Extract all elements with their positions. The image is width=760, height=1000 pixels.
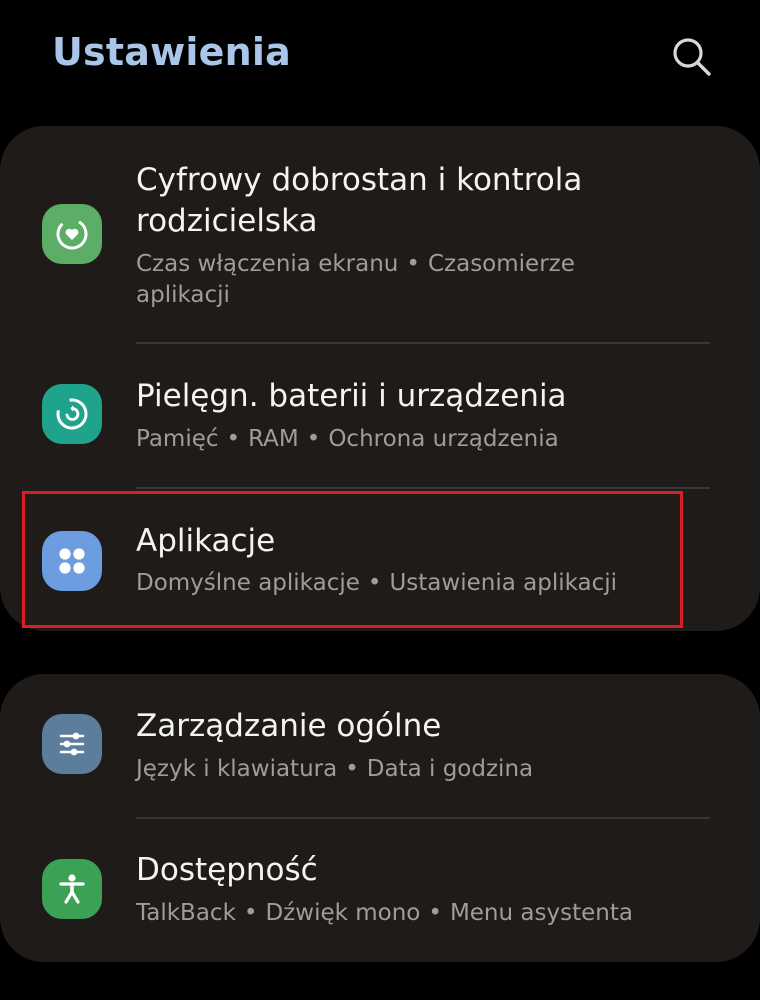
item-subtitle: Pamięć • RAM • Ochrona urządzenia <box>136 426 559 452</box>
digital-wellbeing-icon <box>42 204 102 264</box>
search-button[interactable] <box>668 33 716 81</box>
item-title: Zarządzanie ogólne <box>136 708 442 744</box>
settings-item-accessibility[interactable]: Dostępność TalkBack • Dźwięk mono • Menu asy… <box>0 819 760 962</box>
item-subtitle: Czas włączenia ekranu • Czasomierze aplika… <box>136 251 575 308</box>
settings-item-device-care[interactable]: Pielęgn. baterii i urządzenia Pamięć • RAM… <box>0 344 760 487</box>
item-subtitle: TalkBack • Dźwięk mono • Menu asystenta <box>136 900 633 926</box>
settings-item-general-management[interactable]: Zarządzanie ogólne Język i klawiatura • Da… <box>0 674 760 817</box>
item-title: Cyfrowy dobrostan i kontrola rodzicielsk… <box>136 162 583 239</box>
page-title: Ustawienia <box>52 30 291 74</box>
settings-item-digital-wellbeing[interactable]: Cyfrowy dobrostan i kontrola rodzicielsk… <box>0 126 760 344</box>
search-icon <box>673 38 711 76</box>
item-title: Pielęgn. baterii i urządzenia <box>136 378 567 414</box>
item-subtitle: Język i klawiatura • Data i godzina <box>136 756 534 782</box>
settings-group-2: Zarządzanie ogólne Język i klawiatura • Da… <box>0 674 760 962</box>
general-management-icon <box>42 714 102 774</box>
highlight-box <box>22 491 683 628</box>
device-care-icon <box>42 384 102 444</box>
item-title: Dostępność <box>136 852 318 888</box>
accessibility-icon <box>42 859 102 919</box>
app-header: Ustawienia <box>0 0 760 110</box>
